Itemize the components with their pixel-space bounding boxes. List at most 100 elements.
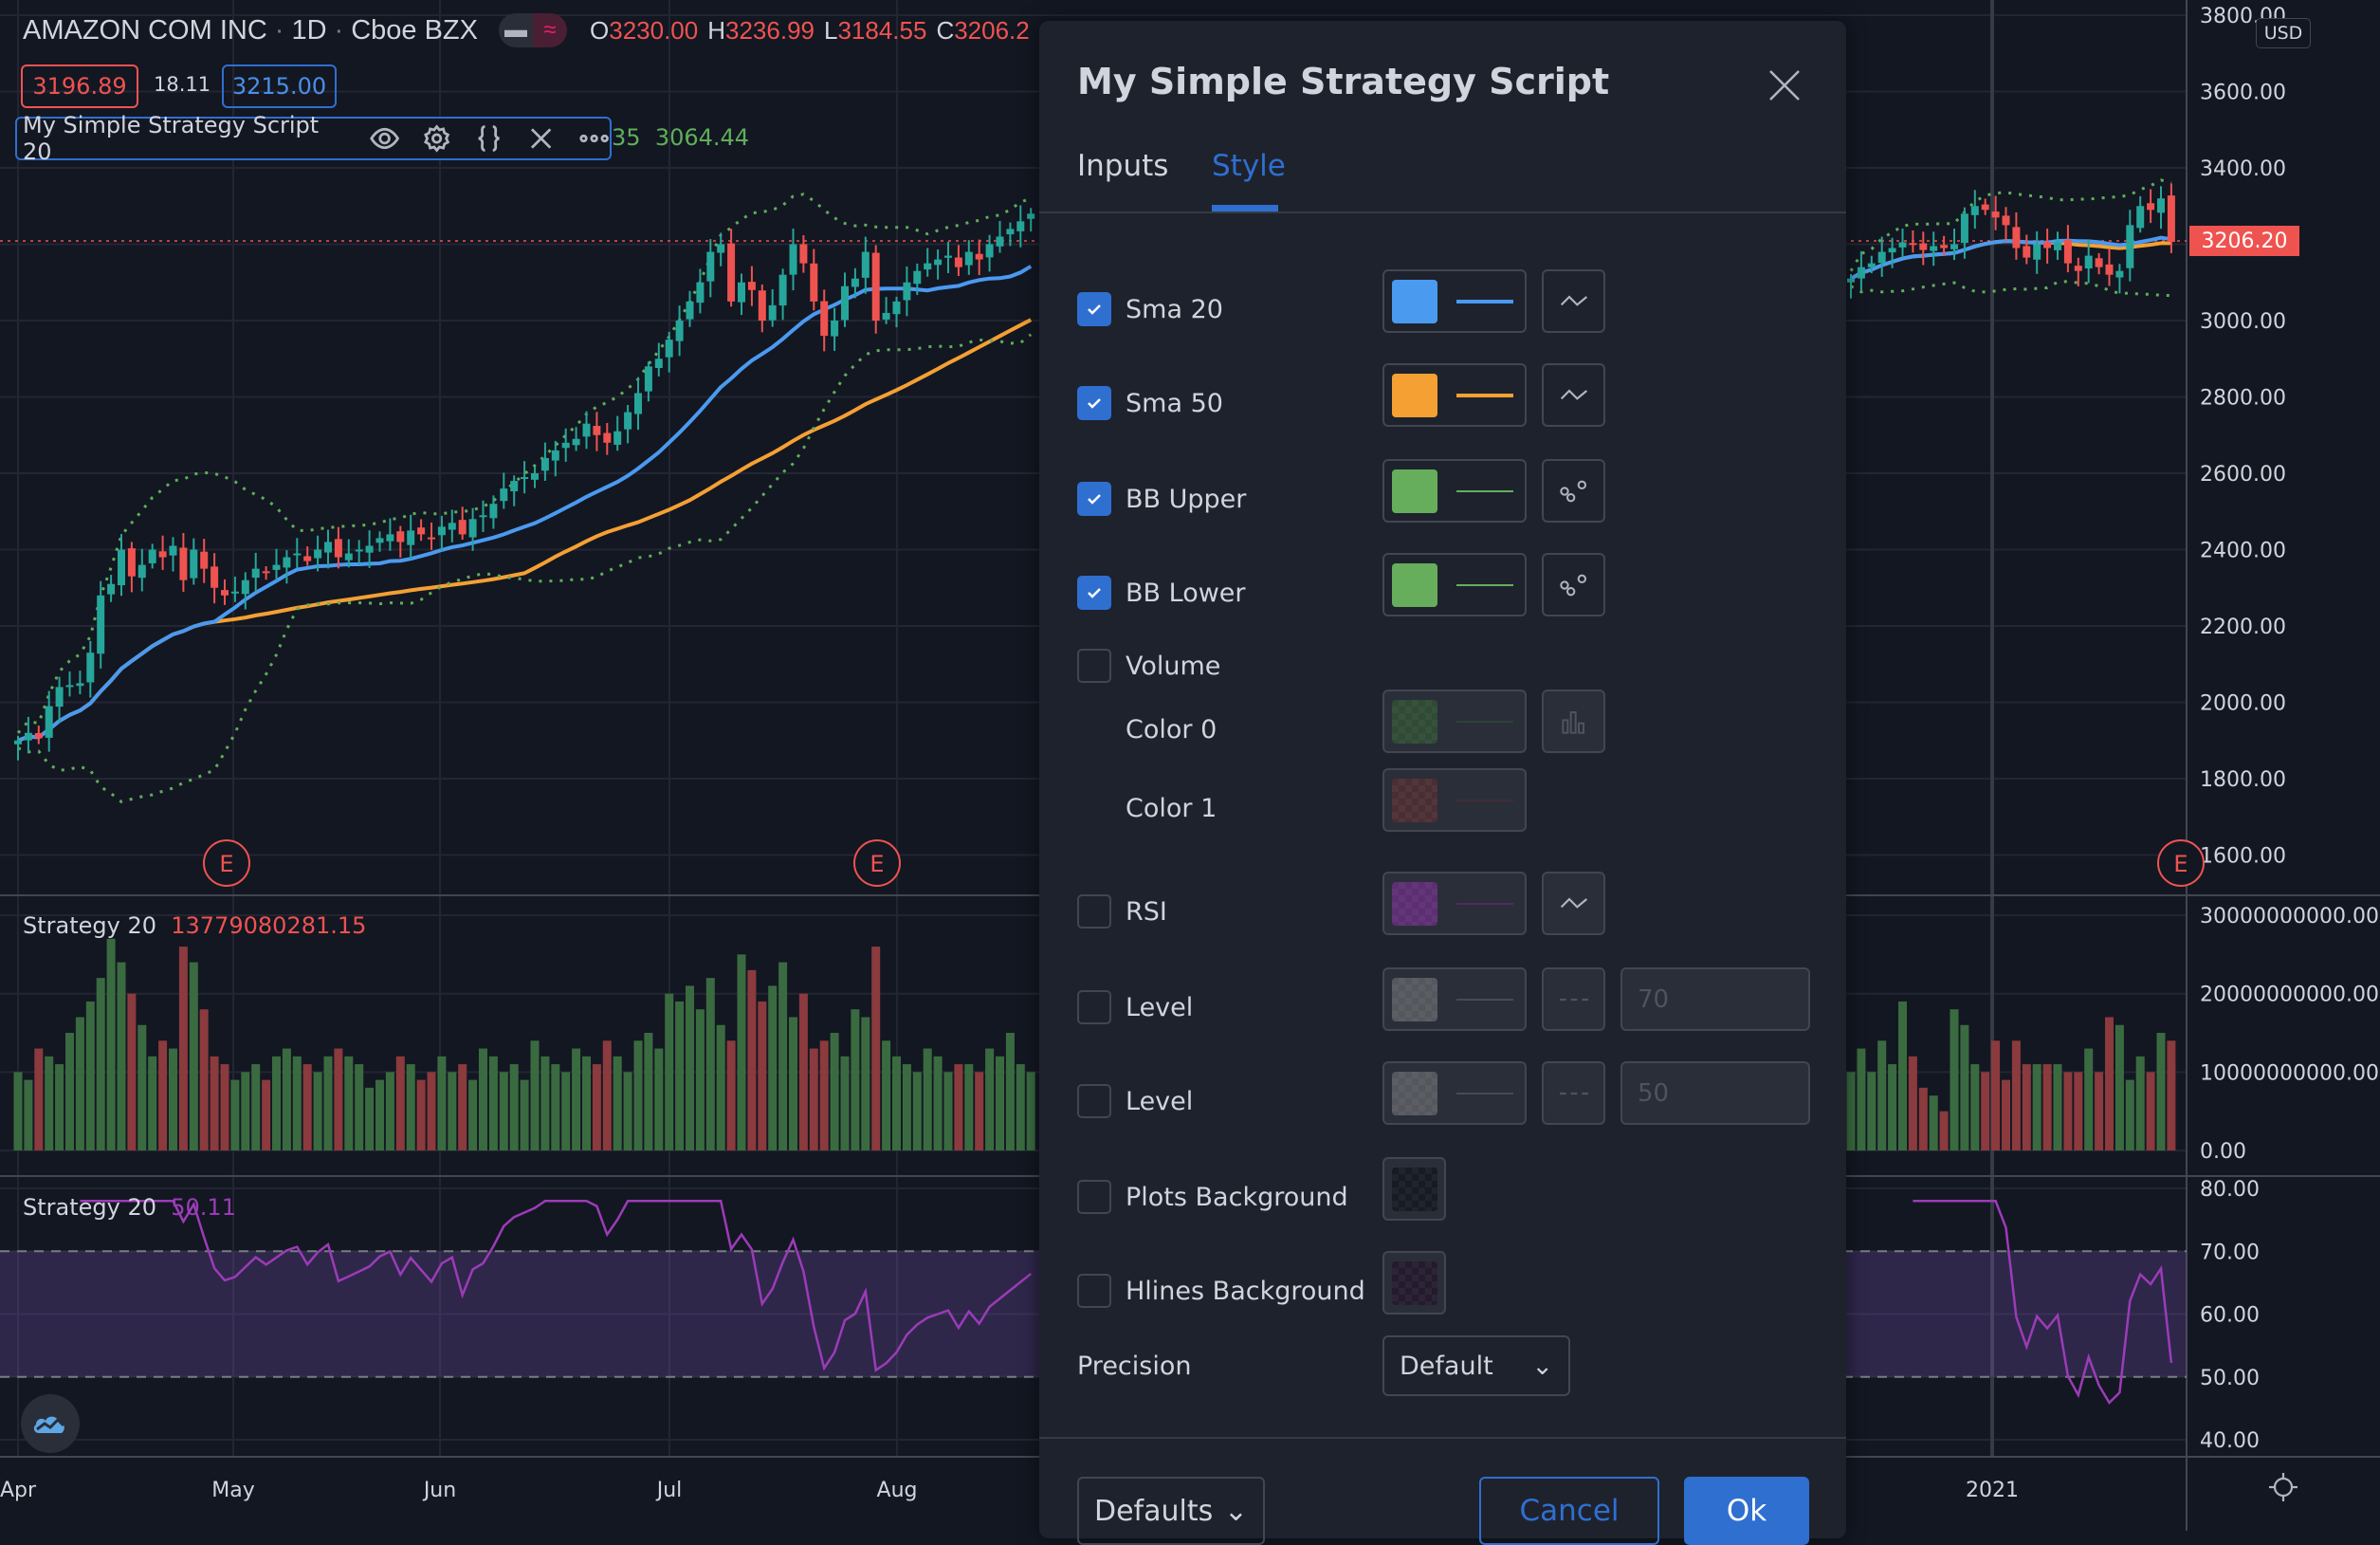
volume-bar (169, 1048, 177, 1150)
sell-button[interactable]: 3196.89 (21, 64, 138, 108)
sma-50-checkbox[interactable] (1077, 386, 1111, 420)
volume-bar (923, 1048, 932, 1150)
volume-bar (344, 1056, 354, 1150)
hlines-background-checkbox[interactable] (1077, 1274, 1111, 1308)
volume-bar (768, 985, 778, 1150)
ok-button[interactable]: Ok (1684, 1477, 1809, 1545)
precision-select[interactable]: Default ⌄ (1382, 1335, 1570, 1396)
background-color-button[interactable] (1382, 1251, 1446, 1315)
interval[interactable]: 1D (291, 15, 326, 46)
level-checkbox[interactable] (1077, 1084, 1111, 1118)
level-value-input[interactable]: 70 (1620, 967, 1810, 1031)
level-checkbox[interactable] (1077, 990, 1111, 1024)
candle-body (334, 539, 342, 558)
bb-upper-checkbox[interactable] (1077, 482, 1111, 516)
source-code-icon[interactable] (473, 122, 504, 155)
volume-pane-legend[interactable]: Strategy 20 13779080281.15 (23, 912, 366, 939)
candle-body (107, 583, 116, 595)
tab-style[interactable]: Style (1212, 149, 1286, 183)
plot-style-button[interactable] (1542, 690, 1605, 753)
row-label: RSI (1126, 896, 1167, 927)
tradingview-logo[interactable] (21, 1394, 80, 1453)
volume-bar (251, 1064, 261, 1150)
candle-body (2033, 244, 2041, 260)
volume-bar (158, 1040, 168, 1150)
candle-body (861, 251, 870, 278)
color-swatch-button[interactable] (1382, 768, 1527, 832)
volume-bar (798, 993, 808, 1150)
candle-body (2054, 242, 2061, 250)
legend-values: 35 3064.44 (612, 124, 750, 151)
row-label: Plots Background (1126, 1182, 1348, 1212)
remove-icon[interactable] (525, 122, 557, 155)
rsi-pane-legend[interactable]: Strategy 20 50.11 (23, 1194, 236, 1221)
candle-body (1006, 229, 1015, 235)
volume-bar (2146, 1072, 2155, 1150)
rsi-checkbox[interactable] (1077, 894, 1111, 929)
volume-bar (1857, 1048, 1866, 1150)
defaults-button[interactable]: Defaults ⌄ (1077, 1477, 1265, 1545)
candle-body (913, 270, 922, 285)
plot-style-button[interactable] (1542, 1061, 1605, 1125)
bb-lower-line (1850, 280, 2171, 298)
buy-button[interactable]: 3215.00 (222, 64, 337, 108)
close-icon[interactable] (1766, 66, 1803, 104)
color-swatch-button[interactable] (1382, 872, 1527, 935)
candle-body (97, 595, 105, 654)
volume-bar (623, 1072, 632, 1150)
level-value-input[interactable]: 50 (1620, 1061, 1810, 1125)
plots-background-checkbox[interactable] (1077, 1180, 1111, 1214)
cancel-button[interactable]: Cancel (1479, 1477, 1659, 1545)
gear-icon[interactable] (421, 122, 452, 155)
style-row-6: Color 1 (1126, 789, 1217, 827)
bb-lower-checkbox[interactable] (1077, 576, 1111, 610)
indicator-legend[interactable]: My Simple Strategy Script 20 (15, 112, 612, 165)
color-swatch-button[interactable] (1382, 690, 1527, 753)
color-swatch-button[interactable] (1382, 967, 1527, 1031)
candle-body (799, 244, 808, 264)
candle-body (768, 304, 777, 321)
rsi-axis-label: 40.00 (2200, 1429, 2260, 1453)
candle-body (2074, 266, 2082, 271)
volume-bar (747, 969, 757, 1150)
tab-inputs[interactable]: Inputs (1077, 149, 1168, 183)
color-swatch-button[interactable] (1382, 269, 1527, 333)
sma-20-checkbox[interactable] (1077, 292, 1111, 326)
volume-checkbox[interactable] (1077, 649, 1111, 683)
background-color-button[interactable] (1382, 1157, 1446, 1221)
volume-bar (2032, 1064, 2041, 1150)
color-swatch-button[interactable] (1382, 459, 1527, 523)
candle-body (314, 549, 322, 559)
volume-bar (778, 962, 788, 1150)
earnings-marker-label: E (219, 851, 233, 877)
volume-bar (1970, 1064, 1980, 1150)
symbol-name[interactable]: AMAZON COM INC (23, 15, 267, 46)
plot-style-button[interactable] (1542, 269, 1605, 333)
currency-button[interactable]: USD (2256, 18, 2311, 48)
more-icon[interactable] (578, 122, 610, 155)
color-swatch-button[interactable] (1382, 553, 1527, 616)
sma20-line (17, 265, 1033, 743)
eye-icon[interactable] (369, 122, 400, 155)
candle-body (934, 259, 943, 266)
volume-bar (912, 1072, 922, 1150)
candle-body (386, 534, 394, 542)
market-status-pill[interactable]: ▬ ≈ (499, 13, 567, 47)
plot-style-button[interactable] (1542, 553, 1605, 616)
candle-body (1016, 221, 1025, 231)
plot-style-button[interactable] (1542, 459, 1605, 523)
price-axis-label: 2600.00 (2200, 463, 2286, 487)
plot-style-button[interactable] (1542, 967, 1605, 1031)
plot-style-button[interactable] (1542, 363, 1605, 427)
candle-body (1970, 206, 1979, 215)
volume-bar (654, 1048, 664, 1150)
color-swatch-button[interactable] (1382, 363, 1527, 427)
volume-bar (375, 1079, 384, 1150)
volume-bar (686, 985, 694, 1150)
chart-settings-gear-icon[interactable] (2266, 1470, 2300, 1504)
color-swatch-button[interactable] (1382, 1061, 1527, 1125)
volume-bar (840, 1056, 850, 1150)
candle-body (944, 255, 952, 258)
plot-style-button[interactable] (1542, 872, 1605, 935)
ohlc-values: O3230.00 H3236.99 L3184.55 C3206.2 (590, 15, 1030, 45)
